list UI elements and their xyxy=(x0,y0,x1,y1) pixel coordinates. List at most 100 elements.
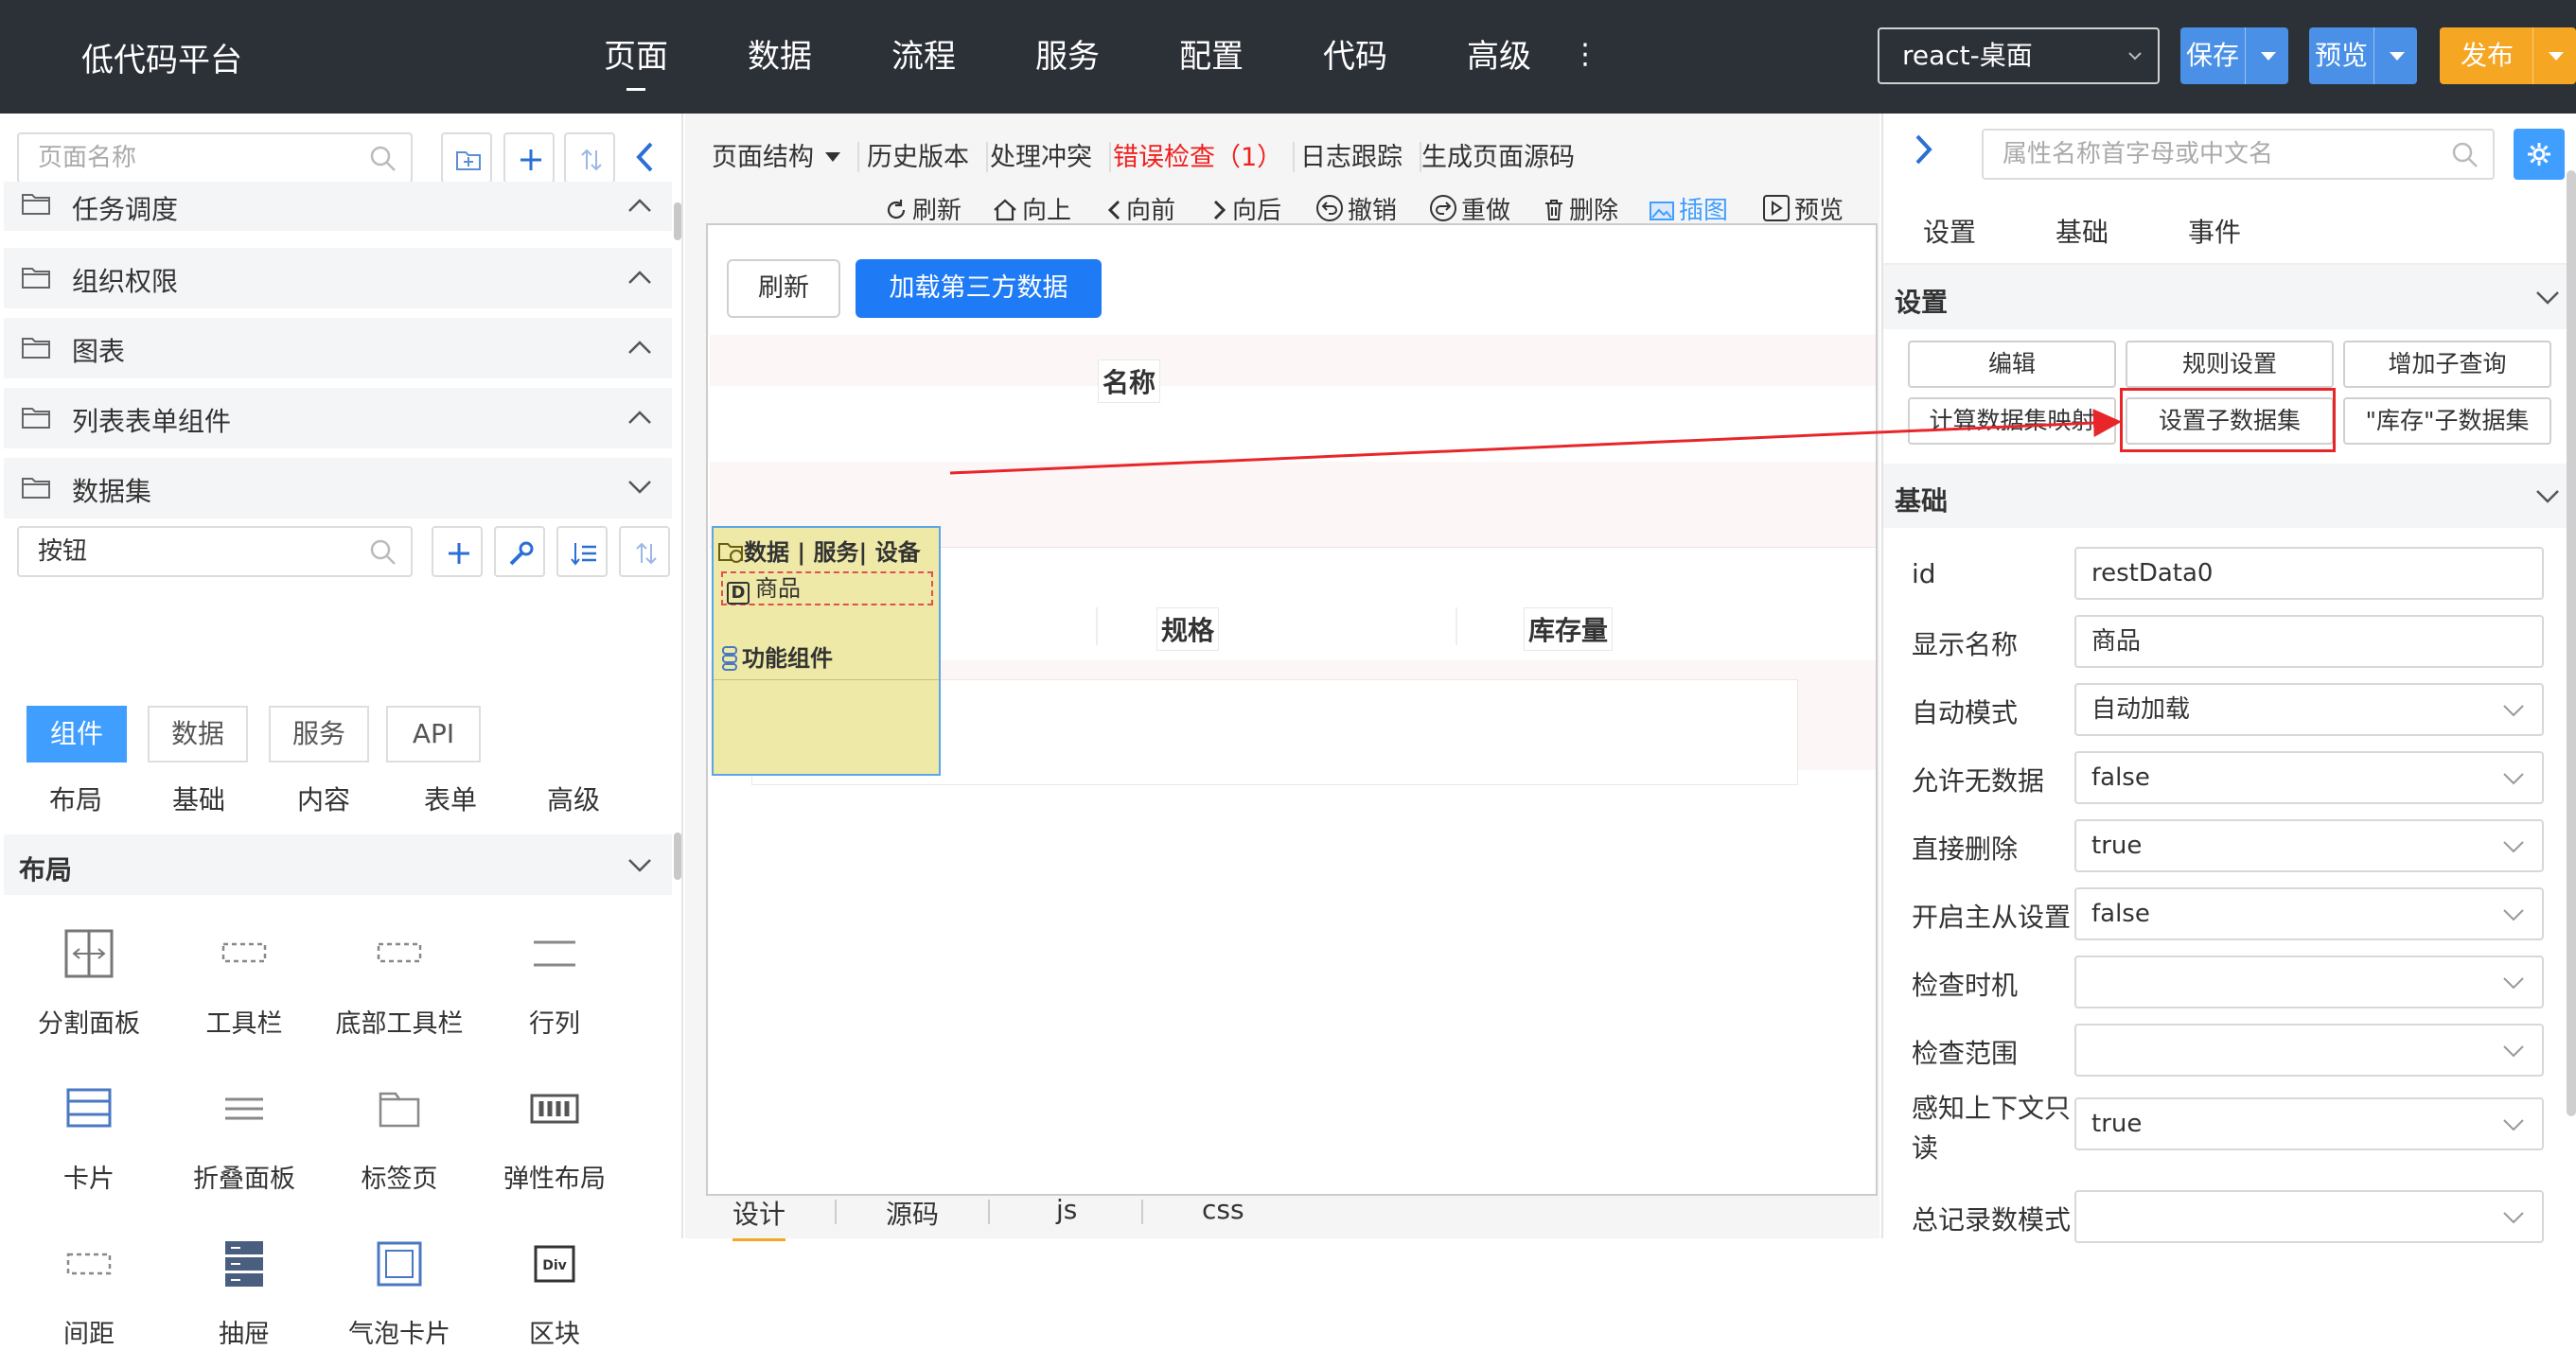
component-flex[interactable]: 弹性布局 xyxy=(477,1080,632,1195)
canvas-refresh-button[interactable]: 刷新 xyxy=(727,259,840,318)
more-menu-icon[interactable]: ⋮ xyxy=(1571,38,1599,71)
prop-select-context-readonly[interactable]: true xyxy=(2074,1097,2544,1150)
list-order-button[interactable] xyxy=(556,526,608,577)
component-row-col[interactable]: 行列 xyxy=(477,925,632,1040)
undo-action[interactable]: 撤销 xyxy=(1315,191,1397,226)
resolve-conflicts-link[interactable]: 处理冲突 xyxy=(990,136,1092,173)
error-check-link[interactable]: 错误检查（1） xyxy=(1113,136,1282,173)
nav-data[interactable]: 数据 xyxy=(708,0,852,114)
insert-image-action[interactable]: 插图 xyxy=(1649,191,1728,226)
save-dropdown-arrow-icon[interactable] xyxy=(2245,27,2288,84)
tab-data[interactable]: 数据 xyxy=(148,706,248,763)
component-block[interactable]: Div 区块 xyxy=(477,1236,632,1350)
compute-mapping-button[interactable]: 计算数据集映射 xyxy=(1908,397,2116,445)
preview-dropdown-arrow-icon[interactable] xyxy=(2373,27,2417,84)
sort-button[interactable] xyxy=(564,132,615,184)
add-folder-button[interactable] xyxy=(441,132,492,184)
refresh-action[interactable]: 刷新 xyxy=(884,191,962,226)
component-drawer[interactable]: 抽屉 xyxy=(167,1236,322,1350)
component-scrollbar[interactable] xyxy=(674,833,681,880)
dataset-item-product[interactable]: D 商品 xyxy=(721,571,933,605)
tree-scrollbar[interactable] xyxy=(674,202,681,240)
tab-source[interactable]: 源码 xyxy=(886,1194,939,1232)
subtab-content[interactable]: 内容 xyxy=(297,780,350,817)
nav-flow[interactable]: 流程 xyxy=(852,0,996,114)
page-structure-menu[interactable]: 页面结构 xyxy=(712,136,840,173)
forward-action[interactable]: 向后 xyxy=(1211,191,1281,226)
sort-components-button[interactable] xyxy=(619,526,670,577)
nav-page[interactable]: 页面 xyxy=(564,0,708,114)
subtab-advanced[interactable]: 高级 xyxy=(547,780,600,817)
prop-select-check-scope[interactable] xyxy=(2074,1024,2544,1077)
component-card[interactable]: 卡片 xyxy=(11,1080,167,1195)
component-split-panel[interactable]: 分割面板 xyxy=(11,925,167,1040)
tab-settings[interactable]: 设置 xyxy=(1923,212,1976,250)
publish-dropdown-arrow-icon[interactable] xyxy=(2532,27,2576,84)
tree-item-dataset[interactable]: 数据集 xyxy=(4,458,672,518)
tree-item-task[interactable]: 任务调度 xyxy=(4,182,672,231)
tab-design[interactable]: 设计 xyxy=(732,1194,786,1241)
tab-api[interactable]: API xyxy=(386,706,481,763)
nav-advanced[interactable]: 高级 xyxy=(1427,0,1571,114)
generate-source-link[interactable]: 生成页面源码 xyxy=(1421,136,1575,173)
back-action[interactable]: 向前 xyxy=(1105,191,1175,226)
settings-button[interactable] xyxy=(2514,129,2565,180)
dataset-panel[interactable]: 数据 | 服务| 设备 D 商品 功能组件 xyxy=(712,526,941,776)
prop-select-allow-empty[interactable]: false xyxy=(2074,751,2544,804)
preview-action[interactable]: 预览 xyxy=(1762,191,1844,226)
prop-select-master-detail[interactable]: false xyxy=(2074,887,2544,940)
component-toolbar[interactable]: 工具栏 xyxy=(167,925,322,1040)
tab-components[interactable]: 组件 xyxy=(26,706,127,763)
tree-item-chart[interactable]: 图表 xyxy=(4,318,672,378)
add-component-button[interactable] xyxy=(432,526,483,577)
settings-section-header[interactable]: 设置 xyxy=(1883,265,2576,329)
property-search-input[interactable]: 属性名称首字母或中文名 xyxy=(1982,129,2495,180)
edit-button[interactable]: 编辑 xyxy=(1908,341,2116,388)
history-versions-link[interactable]: 历史版本 xyxy=(867,136,969,173)
stock-sub-dataset-button[interactable]: "库存"子数据集 xyxy=(2343,397,2551,445)
delete-action[interactable]: 删除 xyxy=(1543,191,1618,226)
preview-button[interactable]: 预览 xyxy=(2309,27,2417,84)
add-subquery-button[interactable]: 增加子查询 xyxy=(2343,341,2551,388)
component-spacing[interactable]: 间距 xyxy=(11,1236,167,1350)
component-collapse[interactable]: 折叠面板 xyxy=(167,1080,322,1195)
expand-right-icon[interactable] xyxy=(1912,131,1936,168)
prop-field-display-name[interactable]: 商品 xyxy=(2074,615,2544,668)
prop-select-total-mode[interactable] xyxy=(2074,1190,2544,1243)
tool-button[interactable] xyxy=(494,526,545,577)
tab-service[interactable]: 服务 xyxy=(269,706,369,763)
component-popover-card[interactable]: 气泡卡片 xyxy=(322,1236,477,1350)
log-trace-link[interactable]: 日志跟踪 xyxy=(1300,136,1403,173)
design-canvas[interactable]: 刷新 加载第三方数据 名称 规格 库存量 数据 | 服务| 设备 D 商品 功能组… xyxy=(706,223,1878,1196)
prop-select-direct-delete[interactable]: true xyxy=(2074,819,2544,872)
collapse-left-icon[interactable] xyxy=(630,138,659,176)
tab-basic[interactable]: 基础 xyxy=(2056,212,2108,250)
nav-config[interactable]: 配置 xyxy=(1139,0,1283,114)
prop-select-check-timing[interactable] xyxy=(2074,956,2544,1008)
tab-css[interactable]: css xyxy=(1202,1194,1244,1225)
subtab-basic[interactable]: 基础 xyxy=(172,780,225,817)
function-components-item[interactable]: 功能组件 xyxy=(721,640,833,673)
publish-button[interactable]: 发布 xyxy=(2440,27,2576,84)
rule-settings-button[interactable]: 规则设置 xyxy=(2126,341,2334,388)
layout-section-header[interactable]: 布局 xyxy=(4,834,672,895)
nav-code[interactable]: 代码 xyxy=(1283,0,1427,114)
prop-field-id[interactable]: restData0 xyxy=(2074,547,2544,600)
property-scrollbar[interactable] xyxy=(2567,170,2576,1116)
tab-js[interactable]: js xyxy=(1056,1194,1077,1225)
redo-action[interactable]: 重做 xyxy=(1429,191,1510,226)
subtab-form[interactable]: 表单 xyxy=(424,780,477,817)
component-search-input[interactable]: 按钮 xyxy=(17,526,413,577)
basic-section-header[interactable]: 基础 xyxy=(1883,464,2576,528)
load-third-party-button[interactable]: 加载第三方数据 xyxy=(856,259,1102,318)
env-select[interactable]: react-桌面 xyxy=(1878,27,2160,84)
tree-item-org[interactable]: 组织权限 xyxy=(4,248,672,308)
tab-events[interactable]: 事件 xyxy=(2188,212,2241,250)
component-tabs[interactable]: 标签页 xyxy=(322,1080,477,1195)
tree-item-list-form[interactable]: 列表表单组件 xyxy=(4,388,672,448)
add-page-button[interactable] xyxy=(503,132,555,184)
save-button[interactable]: 保存 xyxy=(2180,27,2288,84)
prop-select-auto-mode[interactable]: 自动加载 xyxy=(2074,683,2544,736)
subtab-layout[interactable]: 布局 xyxy=(49,780,102,817)
component-bottom-toolbar[interactable]: 底部工具栏 xyxy=(322,925,477,1040)
